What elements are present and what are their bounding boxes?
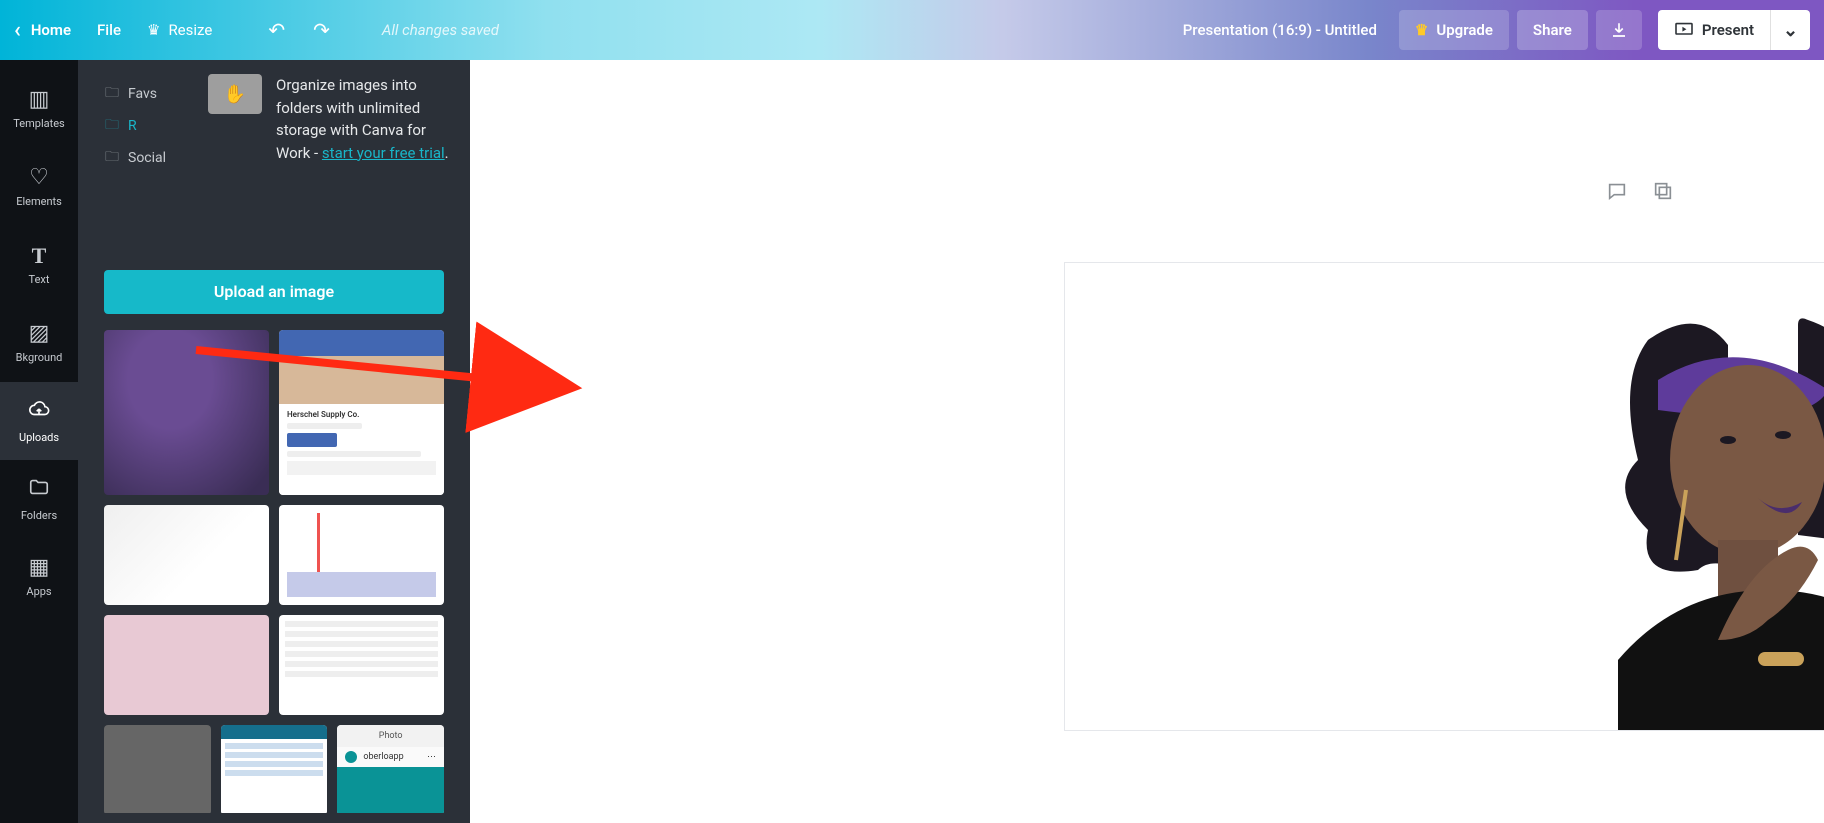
rail-elements-label: Elements xyxy=(16,195,62,208)
folder-icon: 🗀 xyxy=(104,146,120,170)
resize-menu[interactable]: ♛ Resize xyxy=(147,21,212,39)
thumb-ig-title: Photo xyxy=(337,725,444,747)
download-button[interactable] xyxy=(1596,10,1642,50)
canvas-toolbar xyxy=(1606,180,1674,206)
promo-link[interactable]: start your free trial xyxy=(322,144,445,162)
home-label: Home xyxy=(31,21,71,39)
crown-icon: ♛ xyxy=(147,21,160,39)
present-label: Present xyxy=(1702,21,1754,39)
folder-social-label: Social xyxy=(128,150,166,166)
chevron-left-icon: ‹ xyxy=(14,18,21,43)
uploads-panel: 🗀 Favs 🗀 R 🗀 Social Organize images into… xyxy=(78,60,470,823)
present-icon xyxy=(1674,22,1694,38)
templates-icon: ▥ xyxy=(29,89,50,111)
rail-templates-label: Templates xyxy=(13,117,64,130)
chevron-down-icon: ⌄ xyxy=(1783,20,1798,41)
share-button[interactable]: Share xyxy=(1517,10,1588,50)
thumb-chart xyxy=(287,513,436,597)
thumb-table xyxy=(285,621,438,709)
thumb-instagram-settings xyxy=(221,725,328,813)
background-icon: ▨ xyxy=(29,323,50,345)
apps-icon: ▦ xyxy=(29,557,50,579)
uploads-grid: Herschel Supply Co. xyxy=(104,330,444,813)
promo-thumb[interactable] xyxy=(208,74,262,114)
top-toolbar: ‹ Home File ♛ Resize ↶ ↷ All changes sav… xyxy=(0,0,1824,60)
file-menu[interactable]: File xyxy=(97,21,121,39)
promo-dot: . xyxy=(445,144,449,162)
folder-icon: 🗀 xyxy=(104,114,120,138)
elements-icon: ♡ xyxy=(29,167,49,189)
folder-icon: 🗀 xyxy=(104,82,120,106)
rail-background[interactable]: ▨ Bkground xyxy=(0,304,78,382)
save-status: All changes saved xyxy=(382,21,499,39)
thumb-fb-title: Herschel Supply Co. xyxy=(287,410,436,419)
canvas-area[interactable] xyxy=(470,60,1824,823)
resize-label: Resize xyxy=(168,21,212,39)
upload-thumb[interactable] xyxy=(104,330,269,495)
rail-uploads[interactable]: Uploads xyxy=(0,382,78,460)
redo-button[interactable]: ↷ xyxy=(313,18,330,42)
text-icon: T xyxy=(32,245,47,267)
folders-icon xyxy=(28,476,50,503)
slide[interactable] xyxy=(1065,263,1824,730)
side-rail: ▥ Templates ♡ Elements T Text ▨ Bkground… xyxy=(0,60,78,823)
rail-apps-label: Apps xyxy=(26,585,51,598)
home-button[interactable]: ‹ Home xyxy=(14,18,71,43)
rail-elements[interactable]: ♡ Elements xyxy=(0,148,78,226)
rail-folders[interactable]: Folders xyxy=(0,460,78,538)
rail-folders-label: Folders xyxy=(21,509,57,522)
upload-thumb[interactable] xyxy=(104,615,269,715)
undo-redo-group: ↶ ↷ xyxy=(268,18,330,42)
upload-thumb[interactable] xyxy=(279,615,444,715)
present-group: Present ⌄ xyxy=(1650,10,1810,50)
rail-apps[interactable]: ▦ Apps xyxy=(0,538,78,616)
upload-image-button[interactable]: Upload an image xyxy=(104,270,444,314)
present-caret[interactable]: ⌄ xyxy=(1770,10,1810,50)
promo-banner: Organize images into folders with unlimi… xyxy=(208,74,456,164)
undo-button[interactable]: ↶ xyxy=(268,18,285,42)
rail-background-label: Bkground xyxy=(16,351,63,364)
upload-thumb[interactable]: Herschel Supply Co. xyxy=(279,330,444,495)
topbar-left: ‹ Home File ♛ Resize ↶ ↷ All changes sav… xyxy=(14,18,499,43)
folder-favs-label: Favs xyxy=(128,86,157,102)
present-button[interactable]: Present xyxy=(1658,10,1770,50)
upload-thumb[interactable] xyxy=(221,725,328,813)
rail-uploads-label: Uploads xyxy=(19,431,59,444)
promo-text: Organize images into folders with unlimi… xyxy=(276,74,456,164)
thumb-ig-user: oberloapp xyxy=(363,752,403,762)
folder-selected-label: R xyxy=(128,118,137,134)
upgrade-button[interactable]: ♛ Upgrade xyxy=(1399,10,1509,50)
main-area: ▥ Templates ♡ Elements T Text ▨ Bkground… xyxy=(0,60,1824,823)
upload-thumb[interactable]: Photo oberloapp⋯ xyxy=(337,725,444,813)
duplicate-button[interactable] xyxy=(1652,180,1674,206)
upgrade-label: Upgrade xyxy=(1436,21,1493,39)
download-icon xyxy=(1610,21,1628,39)
document-title[interactable]: Presentation (16:9) - Untitled xyxy=(1183,21,1377,39)
rail-templates[interactable]: ▥ Templates xyxy=(0,70,78,148)
upload-thumb[interactable] xyxy=(104,725,211,813)
uploads-icon xyxy=(28,398,50,425)
thumb-instagram-post: Photo oberloapp⋯ xyxy=(337,725,444,813)
upload-thumb[interactable] xyxy=(279,505,444,605)
rail-text[interactable]: T Text xyxy=(0,226,78,304)
thumb-facebook-mock: Herschel Supply Co. xyxy=(279,330,444,495)
comment-button[interactable] xyxy=(1606,180,1628,206)
rail-text-label: Text xyxy=(29,273,50,286)
upload-thumb[interactable] xyxy=(104,505,269,605)
slide-image[interactable] xyxy=(1558,263,1824,730)
crown-icon: ♛ xyxy=(1415,21,1428,39)
